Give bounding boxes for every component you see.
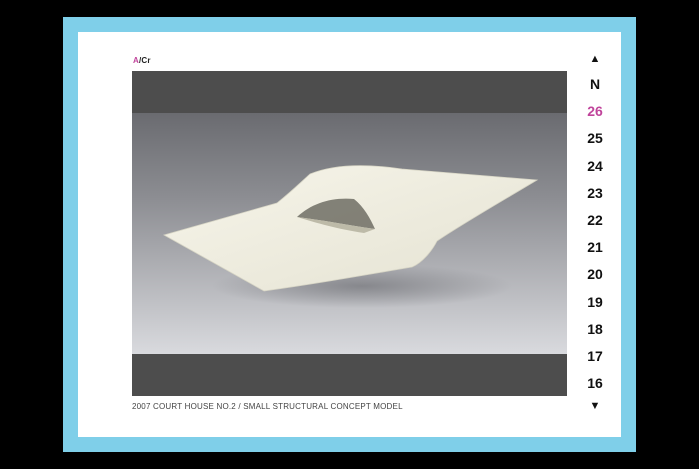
project-photo bbox=[132, 71, 567, 396]
nav-item-20[interactable]: 20 bbox=[578, 266, 612, 282]
nav-item-23[interactable]: 23 bbox=[578, 185, 612, 201]
nav-item-16[interactable]: 16 bbox=[578, 375, 612, 391]
nav-item-18[interactable]: 18 bbox=[578, 321, 612, 337]
triangle-up-icon[interactable]: ▲ bbox=[578, 53, 612, 65]
nav-item-17[interactable]: 17 bbox=[578, 348, 612, 364]
nav-item-19[interactable]: 19 bbox=[578, 294, 612, 310]
nav-item-22[interactable]: 22 bbox=[578, 212, 612, 228]
logo-letters: /Cr bbox=[138, 56, 151, 65]
nav-item-25[interactable]: 25 bbox=[578, 130, 612, 146]
nav-item-24[interactable]: 24 bbox=[578, 158, 612, 174]
photo-caption: 2007 COURT HOUSE NO.2 / SMALL STRUCTURAL… bbox=[132, 402, 403, 411]
nav-item-n[interactable]: N bbox=[578, 76, 612, 92]
triangle-down-icon[interactable]: ▼ bbox=[578, 400, 612, 412]
nav-item-21[interactable]: 21 bbox=[578, 239, 612, 255]
site-logo[interactable]: A/Cr bbox=[133, 56, 151, 65]
paper-model-image bbox=[132, 71, 567, 396]
nav-item-26[interactable]: 26 bbox=[578, 103, 612, 119]
